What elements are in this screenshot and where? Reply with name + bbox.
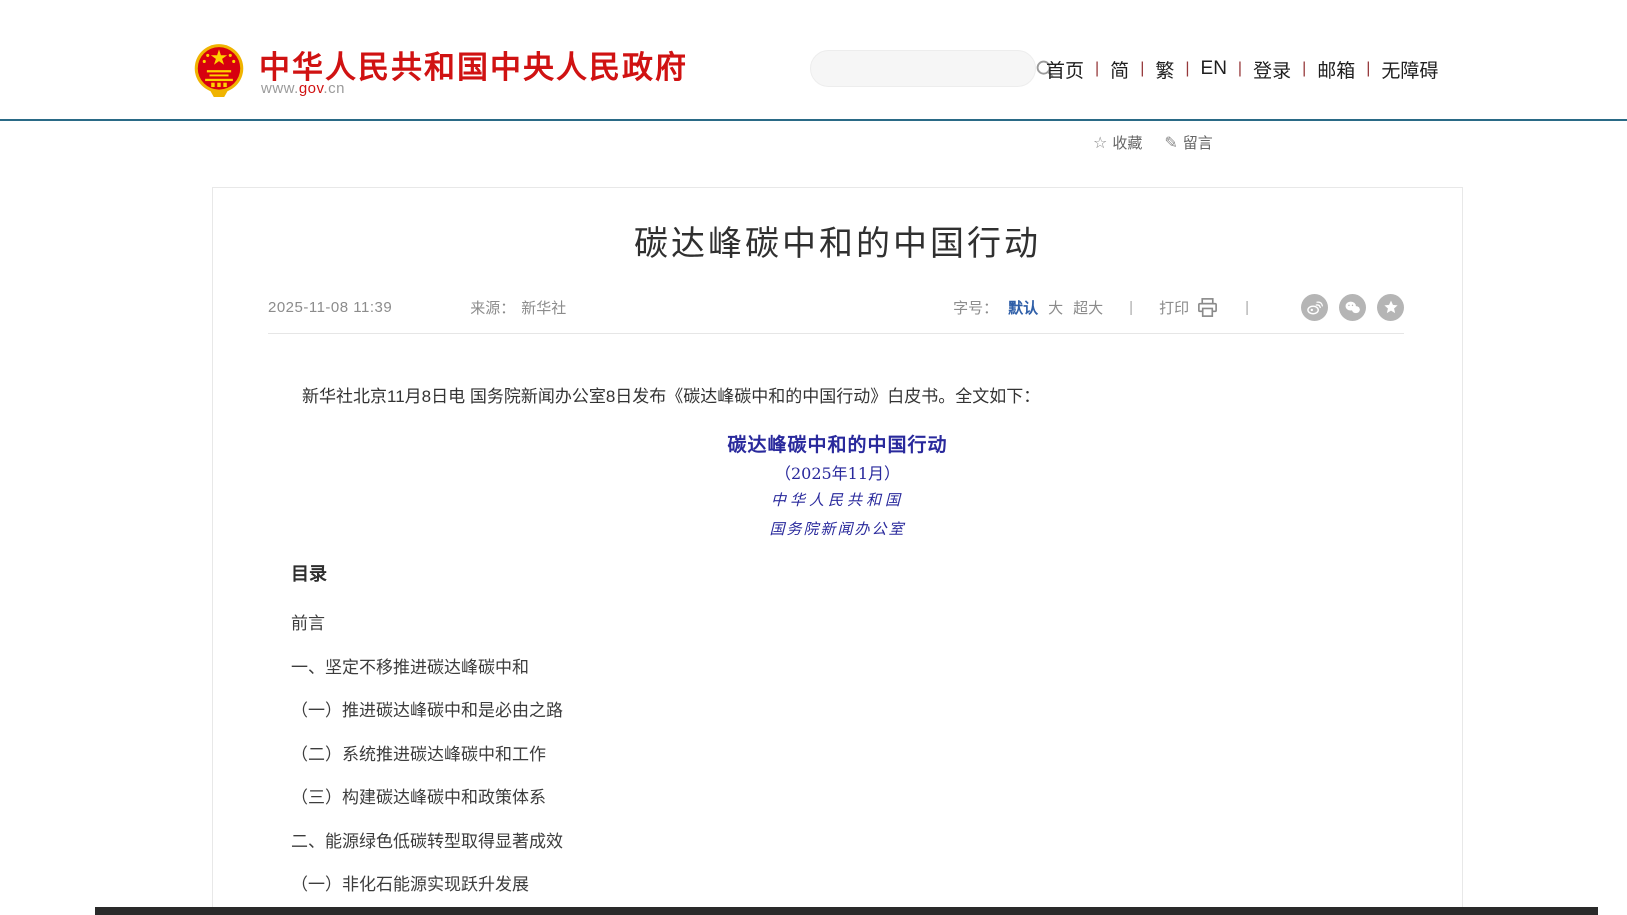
toc-item-section1-2: （二）系统推进碳达峰碳中和工作 bbox=[291, 731, 1407, 775]
star-icon bbox=[1383, 299, 1399, 315]
nav-item-login[interactable]: 登录 bbox=[1253, 56, 1291, 83]
source-value: 新华社 bbox=[521, 297, 566, 318]
article-date: 2025-11-08 11:39 bbox=[268, 299, 392, 316]
site-header: 中华人民共和国中央人民政府 www.gov.cn 首页 | 简 | 繁 | EN… bbox=[0, 0, 1627, 121]
nav-item-accessibility[interactable]: 无障碍 bbox=[1381, 56, 1438, 83]
site-url-prefix: www. bbox=[261, 80, 299, 97]
article-title: 碳达峰碳中和的中国行动 bbox=[213, 216, 1462, 265]
header-divider bbox=[0, 119, 1627, 121]
toc-item-section2-1: （一）非化石能源实现跃升发展 bbox=[291, 861, 1407, 905]
site-url-suffix: .cn bbox=[323, 80, 345, 97]
toc-list: 前言 一、坚定不移推进碳达峰碳中和 （一）推进碳达峰碳中和是必由之路 （二）系统… bbox=[291, 600, 1407, 905]
document-issuer-country: 中华人民共和国 bbox=[213, 489, 1462, 510]
print-label: 打印 bbox=[1159, 297, 1189, 318]
nav-item-home[interactable]: 首页 bbox=[1046, 56, 1084, 83]
fontsize-large-button[interactable]: 大 bbox=[1048, 297, 1063, 318]
nav-item-english[interactable]: EN bbox=[1201, 58, 1227, 80]
page-actions: ☆ 收藏 ✎ 留言 bbox=[1093, 132, 1213, 153]
article-card: 碳达峰碳中和的中国行动 2025-11-08 11:39 来源： 新华社 字号：… bbox=[212, 187, 1463, 915]
message-label: 留言 bbox=[1183, 132, 1213, 153]
nav-separator: | bbox=[1366, 60, 1370, 78]
national-emblem-icon bbox=[193, 42, 245, 100]
document-issuer-office: 国务院新闻办公室 bbox=[213, 518, 1462, 539]
site-logo-link[interactable]: 中华人民共和国中央人民政府 www.gov.cn bbox=[193, 40, 663, 100]
nav-separator: | bbox=[1302, 60, 1306, 78]
favorite-label: 收藏 bbox=[1112, 132, 1142, 153]
star-outline-icon: ☆ bbox=[1093, 133, 1107, 152]
meta-separator: | bbox=[1129, 299, 1133, 316]
document-date: （2025年11月） bbox=[213, 460, 1462, 484]
fontsize-default-button[interactable]: 默认 bbox=[1008, 297, 1038, 318]
meta-divider bbox=[268, 333, 1404, 334]
toc-item-preface: 前言 bbox=[291, 600, 1407, 644]
nav-item-mail[interactable]: 邮箱 bbox=[1317, 56, 1355, 83]
nav-separator: | bbox=[1185, 60, 1189, 78]
site-url: www.gov.cn bbox=[261, 80, 345, 97]
site-url-gov: gov bbox=[299, 80, 324, 97]
qzone-share-button[interactable] bbox=[1377, 294, 1404, 321]
message-button[interactable]: ✎ 留言 bbox=[1164, 132, 1212, 153]
nav-separator: | bbox=[1238, 60, 1242, 78]
print-button[interactable]: 打印 bbox=[1159, 296, 1219, 319]
wechat-icon bbox=[1344, 299, 1361, 316]
top-nav: 首页 | 简 | 繁 | EN | 登录 | 邮箱 | 无障碍 bbox=[1046, 51, 1438, 87]
nav-item-simplified[interactable]: 简 bbox=[1110, 56, 1129, 83]
article-meta-right: 字号： 默认 大 超大 | 打印 | bbox=[953, 294, 1404, 321]
share-group bbox=[1301, 294, 1404, 321]
search-box bbox=[810, 50, 1036, 87]
meta-separator: | bbox=[1245, 299, 1249, 316]
toc-item-section1: 一、坚定不移推进碳达峰碳中和 bbox=[291, 644, 1407, 688]
article-meta-row: 2025-11-08 11:39 来源： 新华社 字号： 默认 大 超大 | 打… bbox=[268, 292, 1404, 322]
search-input[interactable] bbox=[811, 51, 1034, 86]
fontsize-label: 字号： bbox=[953, 297, 998, 318]
source-label: 来源： bbox=[470, 297, 515, 318]
nav-item-traditional[interactable]: 繁 bbox=[1155, 56, 1174, 83]
footer-top-bar bbox=[95, 907, 1598, 915]
favorite-button[interactable]: ☆ 收藏 bbox=[1093, 132, 1142, 153]
wechat-share-button[interactable] bbox=[1339, 294, 1366, 321]
printer-icon bbox=[1196, 296, 1219, 319]
fontsize-xlarge-button[interactable]: 超大 bbox=[1073, 297, 1103, 318]
toc-item-section2: 二、能源绿色低碳转型取得显著成效 bbox=[291, 818, 1407, 862]
article-meta-left: 2025-11-08 11:39 来源： 新华社 bbox=[268, 297, 566, 318]
document-title: 碳达峰碳中和的中国行动 bbox=[213, 430, 1462, 457]
toc-item-section1-1: （一）推进碳达峰碳中和是必由之路 bbox=[291, 687, 1407, 731]
weibo-icon bbox=[1306, 299, 1323, 316]
lead-paragraph: 新华社北京11月8日电 国务院新闻办公室8日发布《碳达峰碳中和的中国行动》白皮书… bbox=[268, 384, 1407, 410]
weibo-share-button[interactable] bbox=[1301, 294, 1328, 321]
toc-heading: 目录 bbox=[291, 560, 327, 586]
pencil-icon: ✎ bbox=[1164, 133, 1177, 152]
nav-separator: | bbox=[1095, 60, 1099, 78]
nav-separator: | bbox=[1140, 60, 1144, 78]
toc-item-section1-3: （三）构建碳达峰碳中和政策体系 bbox=[291, 774, 1407, 818]
